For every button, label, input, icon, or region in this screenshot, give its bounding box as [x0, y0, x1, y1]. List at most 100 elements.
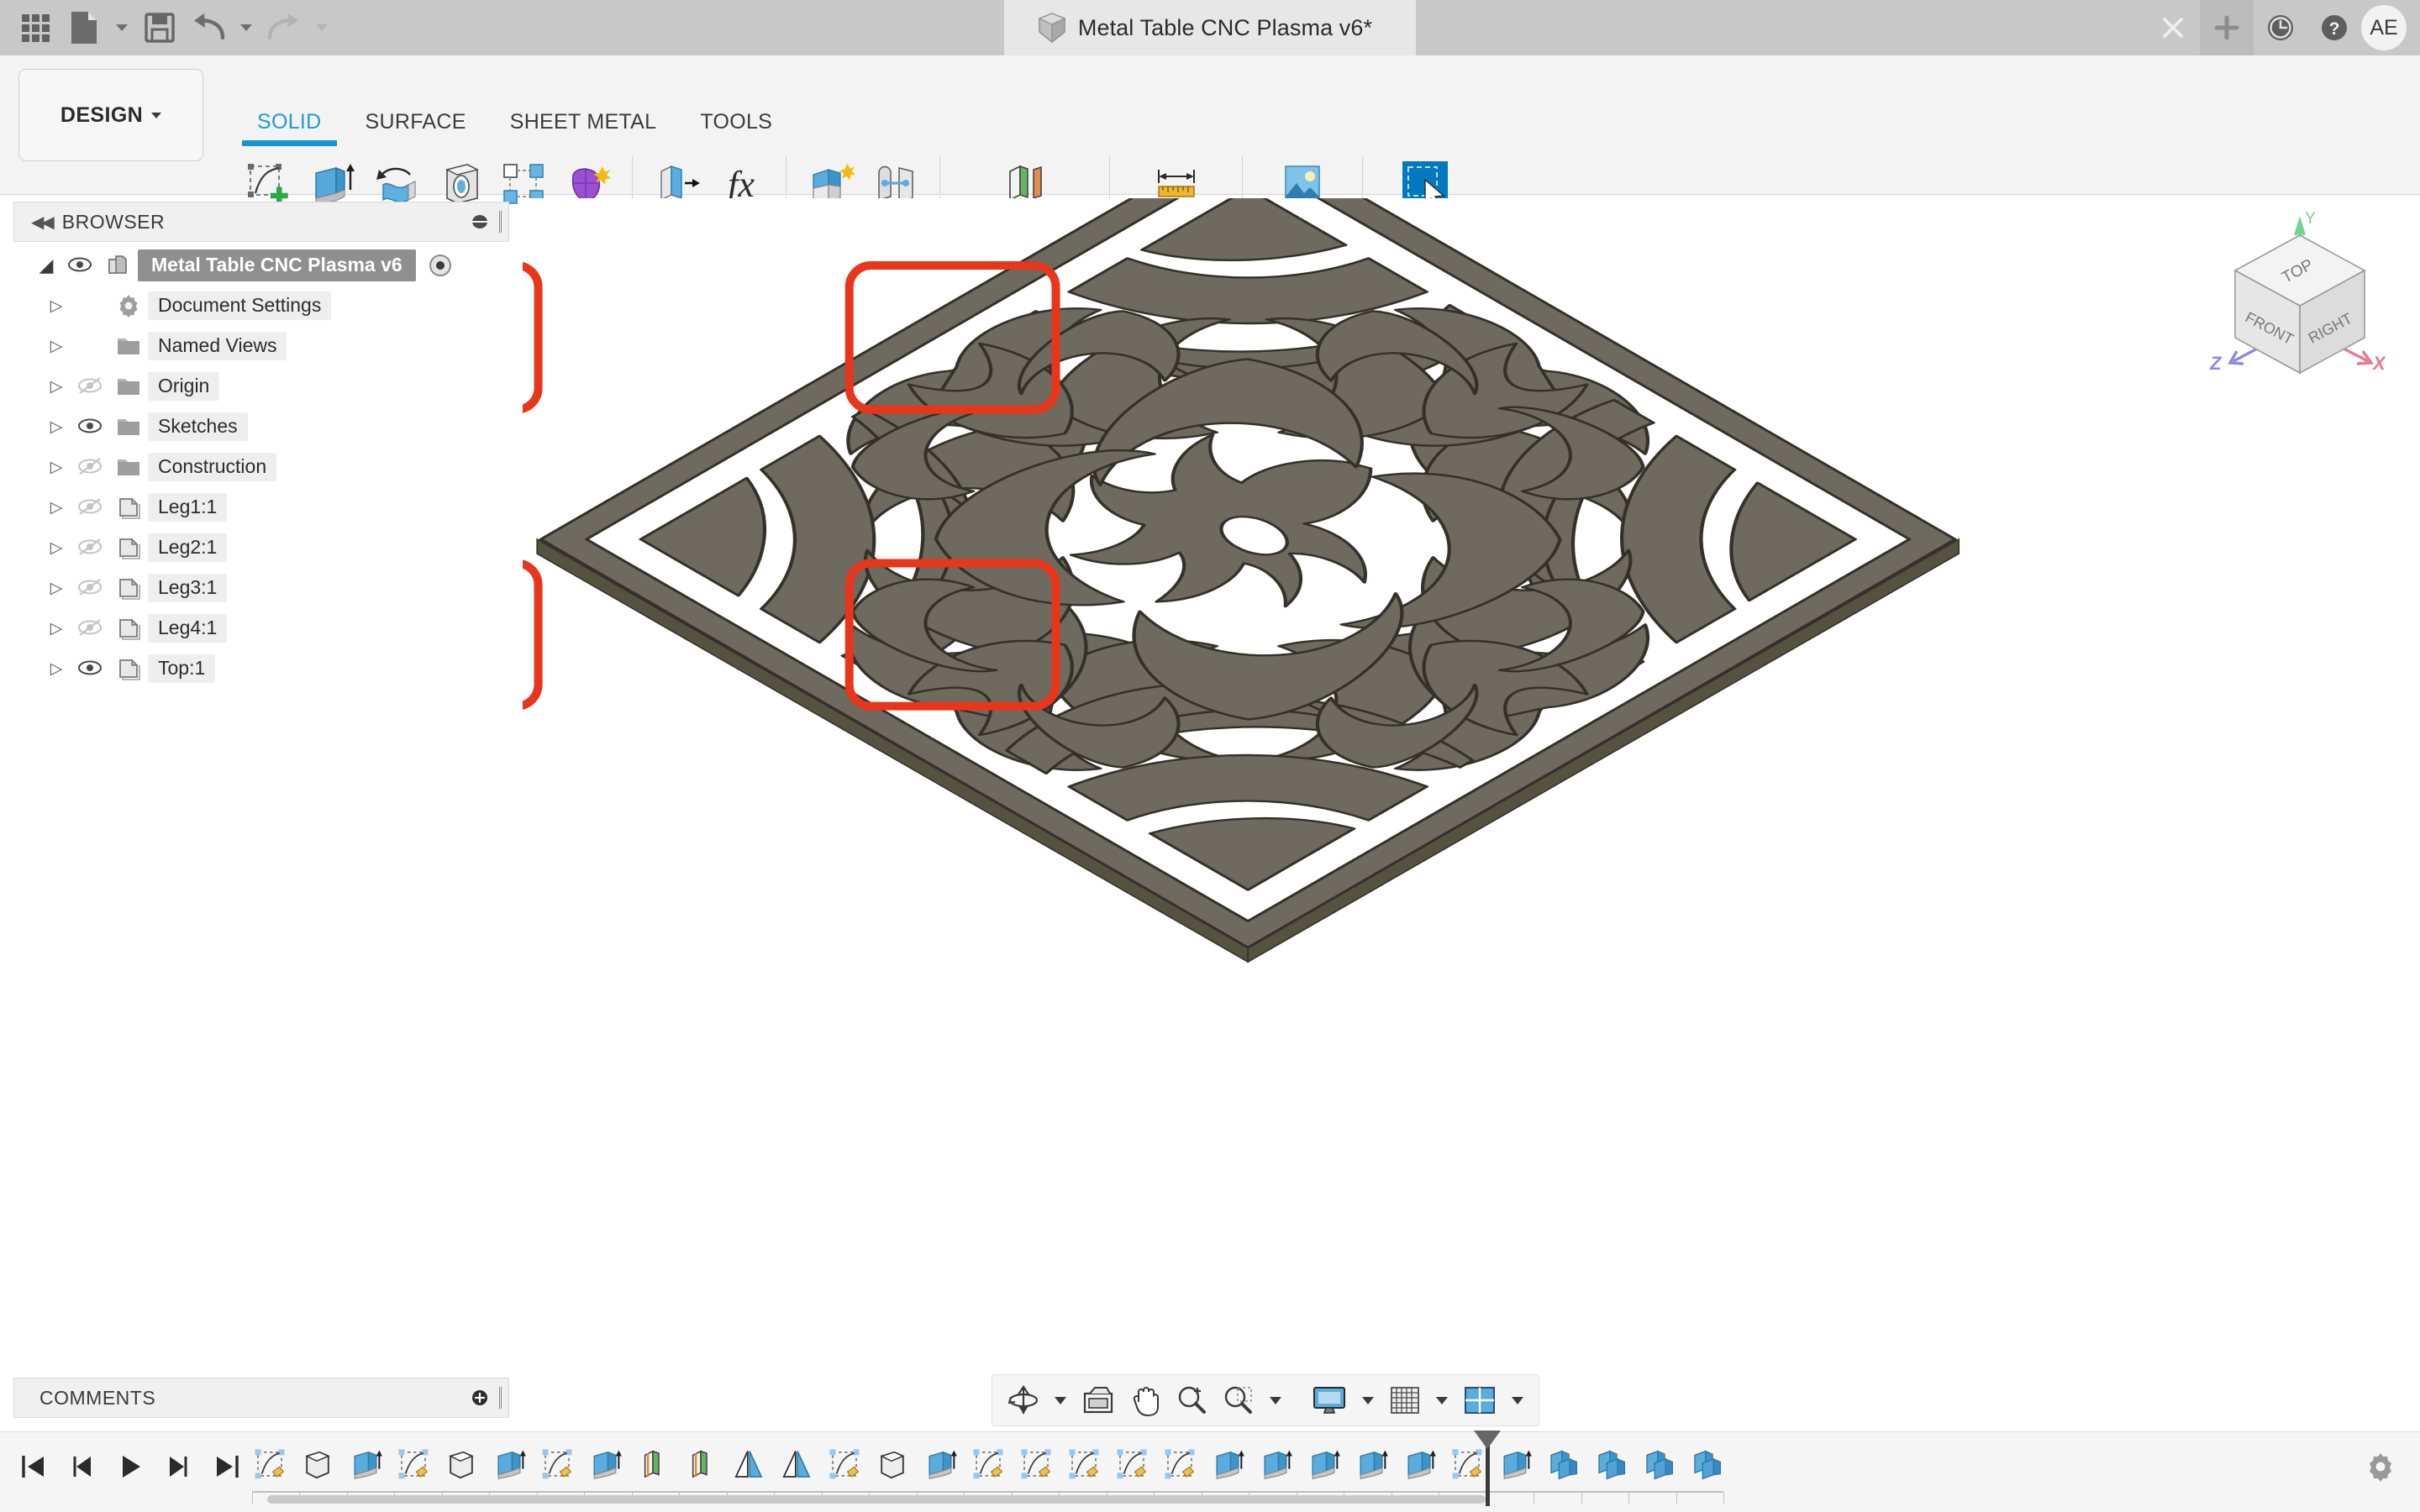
visibility-off-icon[interactable]: [71, 537, 109, 559]
timeline-settings-icon[interactable]: [2365, 1451, 2396, 1487]
visibility-on-icon[interactable]: [60, 255, 99, 276]
browser-item-construction[interactable]: ▷ Construction: [13, 447, 523, 487]
pan-icon[interactable]: [1123, 1378, 1167, 1422]
browser-item-metal-table-cnc-plasma-v6[interactable]: ◢ Metal Table CNC Plasma v6: [13, 245, 523, 286]
expand-arrow-closed-icon[interactable]: ▷: [42, 659, 71, 679]
tab-solid[interactable]: SOLID: [235, 104, 344, 146]
timeline-feature-extrude-blue[interactable]: [1203, 1439, 1251, 1491]
timeline-feature-plane[interactable]: [629, 1439, 676, 1491]
redo-dropdown[interactable]: [309, 4, 334, 51]
timeline-feature-extrude-blue[interactable]: [1299, 1439, 1347, 1491]
step-back-button[interactable]: [60, 1444, 103, 1489]
go-to-end-button[interactable]: [207, 1444, 249, 1489]
expand-arrow-open-icon[interactable]: ◢: [32, 255, 60, 276]
user-avatar[interactable]: AE: [2361, 5, 2407, 50]
comments-resize-grip[interactable]: [499, 1387, 502, 1409]
expand-arrow-closed-icon[interactable]: ▷: [42, 619, 71, 638]
timeline-feature-combine[interactable]: [1634, 1439, 1682, 1491]
zoom-window-dropdown[interactable]: [1263, 1378, 1288, 1422]
orbit-icon[interactable]: [1001, 1378, 1046, 1422]
document-tab[interactable]: Metal Table CNC Plasma v6*: [1003, 0, 1417, 55]
tab-tools[interactable]: TOOLS: [678, 104, 794, 139]
timeline-feature-mirror[interactable]: [724, 1439, 772, 1491]
timeline-feature-extrude-blue[interactable]: [1347, 1439, 1395, 1491]
step-forward-button[interactable]: [158, 1444, 200, 1489]
timeline-feature-sketch[interactable]: [245, 1439, 293, 1491]
browser-item-sketches[interactable]: ▷ Sketches: [13, 407, 523, 447]
display-settings-dropdown[interactable]: [1355, 1378, 1381, 1422]
look-at-icon[interactable]: [1075, 1378, 1122, 1422]
undo-dropdown[interactable]: [234, 4, 259, 51]
tab-surface[interactable]: SURFACE: [344, 104, 488, 139]
expand-arrow-closed-icon[interactable]: ▷: [42, 579, 71, 598]
visibility-off-icon[interactable]: [71, 375, 109, 397]
close-tab-button[interactable]: [2146, 0, 2200, 55]
expand-arrow-closed-icon[interactable]: ▷: [42, 538, 71, 558]
timeline-feature-extrude-blue[interactable]: [1251, 1439, 1299, 1491]
workspace-selector[interactable]: DESIGN: [18, 69, 203, 161]
timeline-feature-combine[interactable]: [1586, 1439, 1634, 1491]
browser-item-named-views[interactable]: ▷ Named Views: [13, 326, 523, 366]
save-button[interactable]: [136, 4, 183, 51]
timeline-feature-plane[interactable]: [676, 1439, 724, 1491]
browser-item-leg3-1[interactable]: ▷ Leg3:1: [13, 568, 523, 608]
viewports-dropdown[interactable]: [1505, 1378, 1530, 1422]
view-cube[interactable]: Y Z X TOP FRONT RIGHT: [2195, 198, 2405, 408]
browser-item-document-settings[interactable]: ▷ Document Settings: [13, 286, 523, 326]
timeline-feature-extrude-blue[interactable]: [916, 1439, 964, 1491]
browser-item-top-1[interactable]: ▷ Top:1: [13, 648, 523, 689]
expand-arrow-closed-icon[interactable]: ▷: [42, 458, 71, 477]
timeline-feature-sketch[interactable]: [1060, 1439, 1107, 1491]
expand-arrow-closed-icon[interactable]: ▷: [42, 417, 71, 437]
tab-sheet-metal[interactable]: SHEET METAL: [488, 104, 679, 139]
go-to-beginning-button[interactable]: [12, 1444, 54, 1489]
timeline-feature-sketch[interactable]: [1155, 1439, 1203, 1491]
new-tab-button[interactable]: [2200, 0, 2254, 55]
timeline-feature-extrude-blue[interactable]: [581, 1439, 629, 1491]
help-button[interactable]: ?: [2307, 0, 2361, 55]
zoom-icon[interactable]: [1169, 1378, 1214, 1422]
visibility-on-icon[interactable]: [71, 416, 109, 438]
viewport-canvas[interactable]: Y Z X TOP FRONT RIGHT: [523, 198, 2420, 1373]
undo-button[interactable]: [185, 4, 232, 51]
job-status-button[interactable]: [2254, 0, 2307, 55]
play-button[interactable]: [109, 1444, 151, 1489]
timeline-feature-extrude-blue[interactable]: [1395, 1439, 1443, 1491]
browser-collapse-icon[interactable]: ◀◀: [21, 212, 62, 233]
visibility-off-icon[interactable]: [71, 617, 109, 639]
timeline-feature-sketch[interactable]: [533, 1439, 581, 1491]
timeline-feature-extrude-blue[interactable]: [341, 1439, 389, 1491]
timeline-feature-extrude-gray[interactable]: [293, 1439, 341, 1491]
orbit-dropdown[interactable]: [1048, 1378, 1073, 1422]
visibility-off-icon[interactable]: [71, 456, 109, 478]
add-comment-icon[interactable]: [469, 1387, 491, 1409]
activate-component-radio[interactable]: [428, 253, 453, 278]
timeline-feature-sketch[interactable]: [1012, 1439, 1060, 1491]
expand-arrow-closed-icon[interactable]: ▷: [42, 297, 71, 316]
browser-item-origin[interactable]: ▷ Origin: [13, 366, 523, 407]
visibility-off-icon[interactable]: [71, 496, 109, 518]
timeline-feature-extrude-blue[interactable]: [485, 1439, 533, 1491]
timeline-feature-mirror[interactable]: [772, 1439, 820, 1491]
grid-snaps-icon[interactable]: [1382, 1378, 1428, 1422]
viewports-icon[interactable]: [1456, 1378, 1503, 1422]
new-document-button[interactable]: [60, 4, 108, 51]
timeline-feature-sketch[interactable]: [964, 1439, 1012, 1491]
expand-arrow-closed-icon[interactable]: ▷: [42, 377, 71, 396]
browser-item-leg4-1[interactable]: ▷ Leg4:1: [13, 608, 523, 648]
new-document-dropdown[interactable]: [109, 4, 134, 51]
zoom-window-icon[interactable]: [1216, 1378, 1261, 1422]
expand-arrow-closed-icon[interactable]: ▷: [42, 498, 71, 517]
timeline-feature-sketch[interactable]: [820, 1439, 868, 1491]
app-grid-icon[interactable]: [12, 4, 59, 51]
browser-dock-icon[interactable]: [469, 211, 491, 233]
display-settings-icon[interactable]: [1305, 1378, 1354, 1422]
visibility-off-icon[interactable]: [71, 577, 109, 599]
browser-resize-grip[interactable]: [499, 211, 502, 233]
timeline-feature-extrude-gray[interactable]: [868, 1439, 916, 1491]
browser-item-leg1-1[interactable]: ▷ Leg1:1: [13, 487, 523, 528]
timeline-feature-sketch[interactable]: [389, 1439, 437, 1491]
timeline-marker[interactable]: [1474, 1431, 1501, 1506]
timeline-feature-combine[interactable]: [1682, 1439, 1730, 1491]
redo-button[interactable]: [260, 4, 308, 51]
